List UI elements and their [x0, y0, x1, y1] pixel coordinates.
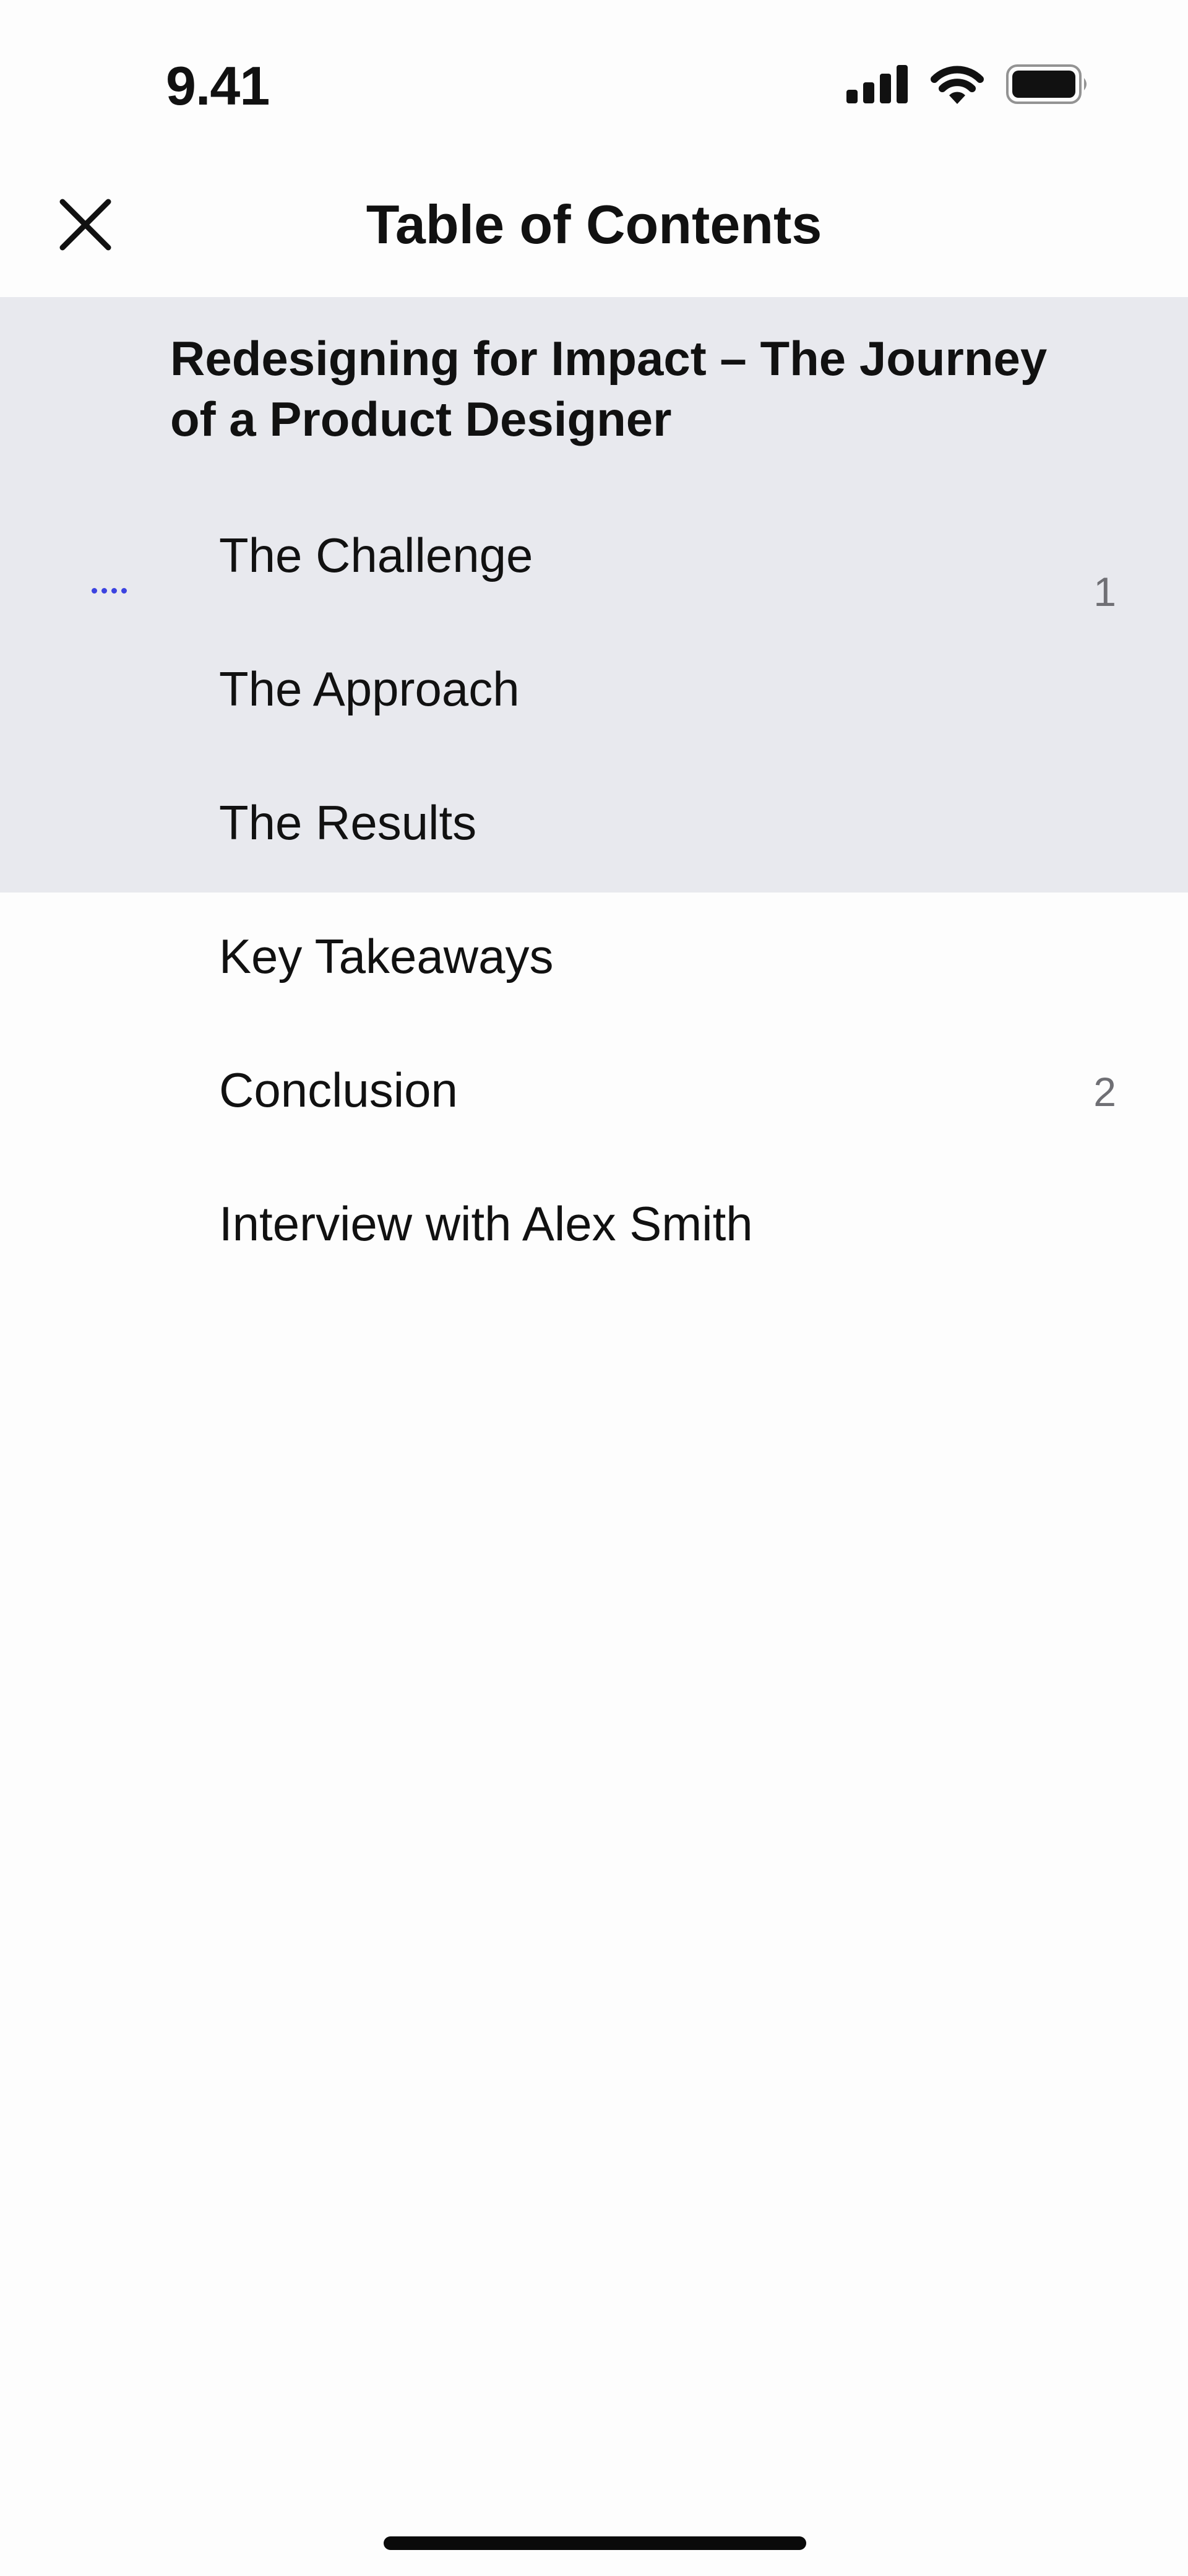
toc-item-the-challenge[interactable]: The Challenge: [219, 527, 533, 584]
toc-item-interview-with-alex-smith[interactable]: Interview with Alex Smith: [219, 1196, 753, 1252]
status-bar: 9.41: [0, 0, 1188, 149]
home-indicator[interactable]: [384, 2536, 806, 2550]
page-number: 2: [1093, 1069, 1116, 1115]
header: Table of Contents: [0, 155, 1188, 297]
page-number: 1: [1093, 569, 1116, 615]
status-icons: [846, 64, 1089, 104]
reading-position-indicator: [92, 588, 127, 594]
toc-item-the-approach[interactable]: The Approach: [219, 661, 520, 717]
page-title: Table of Contents: [366, 194, 822, 255]
book-title[interactable]: Redesigning for Impact – The Journey of …: [170, 328, 1086, 449]
toc-item-the-results[interactable]: The Results: [219, 795, 476, 851]
battery-icon: [1006, 64, 1089, 104]
cellular-signal-icon: [846, 65, 908, 103]
status-time: 9.41: [166, 55, 270, 116]
toc-item-conclusion[interactable]: Conclusion: [219, 1062, 458, 1118]
wifi-icon: [931, 64, 984, 104]
toc-item-key-takeaways[interactable]: Key Takeaways: [219, 928, 554, 985]
